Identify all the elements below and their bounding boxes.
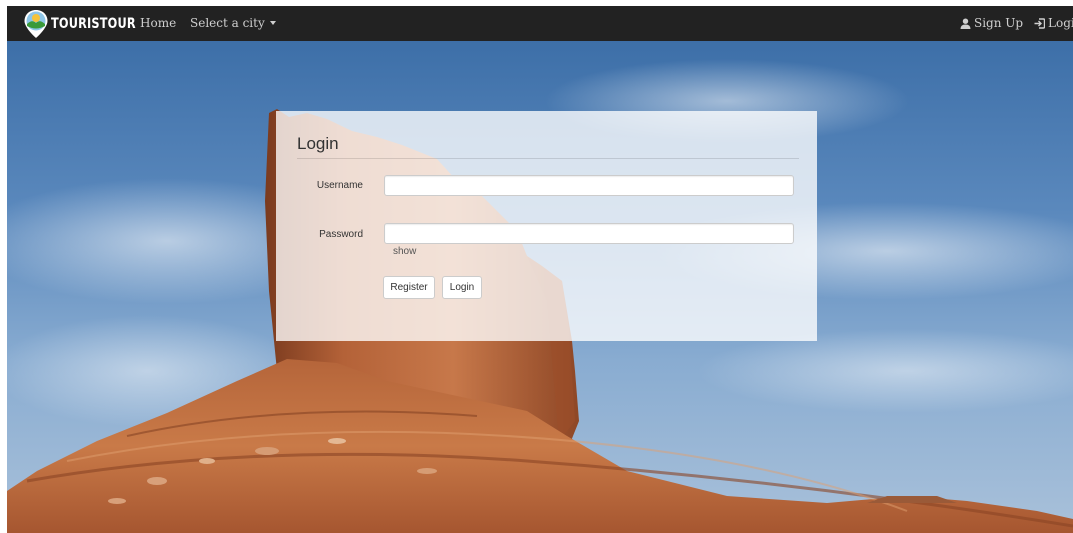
city-select-dropdown[interactable]: Select a city (190, 6, 276, 41)
password-label: Password (319, 229, 363, 240)
user-icon (960, 18, 971, 29)
username-label: Username (316, 180, 363, 191)
top-navbar: TOURISTOUR Home Select a city Sign Up Lo… (7, 6, 1073, 41)
signup-label: Sign Up (974, 16, 1024, 30)
map-pin-logo-icon (24, 9, 48, 38)
login-button[interactable]: Login (442, 276, 482, 299)
city-select-label: Select a city (190, 16, 265, 30)
login-nav-label: Login (1048, 16, 1073, 30)
password-input[interactable] (384, 223, 794, 244)
nav-signup-link[interactable]: Sign Up (960, 6, 1023, 41)
login-panel: Login Username Password show Register Lo… (276, 111, 817, 341)
nav-login-link[interactable]: Login (1034, 6, 1073, 41)
brand-name: TOURISTOUR (51, 15, 136, 32)
login-icon (1034, 18, 1045, 29)
show-password-toggle[interactable]: show (393, 246, 416, 257)
caret-down-icon (269, 21, 276, 25)
login-title: Login (297, 134, 339, 153)
app-frame: TOURISTOUR Home Select a city Sign Up Lo… (7, 6, 1073, 533)
brand-logo[interactable]: TOURISTOUR (23, 8, 145, 39)
title-divider (297, 158, 799, 159)
nav-home-link[interactable]: Home (140, 6, 176, 41)
register-button[interactable]: Register (383, 276, 435, 299)
username-input[interactable] (384, 175, 794, 196)
